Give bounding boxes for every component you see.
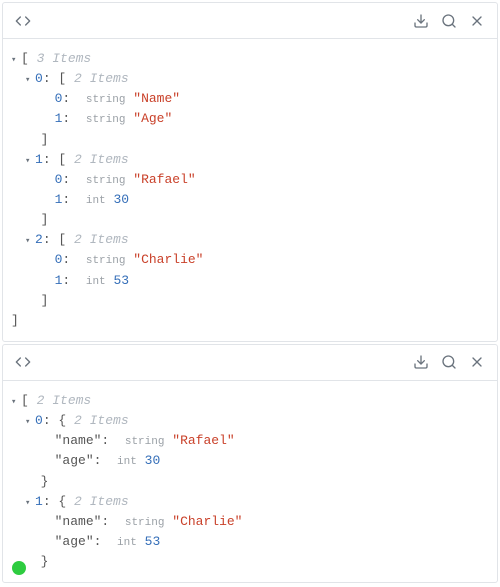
value-type: int [86, 195, 106, 207]
array-index: 0 [35, 413, 43, 428]
value-type: string [86, 175, 126, 187]
int-value: 30 [113, 192, 129, 207]
value-type: int [117, 456, 137, 468]
value-type: int [117, 537, 137, 549]
array-index: 0 [35, 71, 43, 86]
tree-row[interactable]: 1: int 53 [11, 271, 489, 291]
tree-row[interactable]: ▾0: [ 2 Items [11, 69, 489, 89]
string-value: "Rafael" [133, 172, 195, 187]
search-icon[interactable] [441, 354, 457, 370]
tree-row[interactable]: "age": int 30 [11, 451, 489, 471]
chevron-down-icon[interactable]: ▾ [25, 74, 35, 88]
tree-row[interactable]: ▾1: { 2 Items [11, 492, 489, 512]
close-brace: } [11, 552, 489, 572]
int-value: 53 [113, 273, 129, 288]
panel-body: ▾[ 2 Items ▾0: { 2 Items "name": string … [3, 381, 497, 582]
item-count: 2 Items [74, 494, 129, 509]
panel-header [3, 3, 497, 39]
close-bracket: ] [11, 130, 489, 150]
tree-row[interactable]: "name": string "Rafael" [11, 431, 489, 451]
chevron-down-icon[interactable]: ▾ [25, 235, 35, 249]
close-bracket: ] [11, 291, 489, 311]
object-key: "age" [55, 453, 94, 468]
close-bracket: ] [11, 311, 489, 331]
value-type: string [125, 517, 165, 529]
array-index: 1 [35, 152, 43, 167]
json-viewer-panel-2: ▾[ 2 Items ▾0: { 2 Items "name": string … [2, 344, 498, 583]
int-value: 53 [145, 534, 161, 549]
tree-row[interactable]: "age": int 53 [11, 532, 489, 552]
open-bracket: [ [21, 393, 37, 408]
tree-row[interactable]: 0: string "Charlie" [11, 250, 489, 270]
tree-row[interactable]: ▾1: [ 2 Items [11, 150, 489, 170]
tree-row[interactable]: 1: int 30 [11, 190, 489, 210]
string-value: "Charlie" [172, 514, 242, 529]
tree-row[interactable]: 0: string "Name" [11, 89, 489, 109]
panel-header [3, 345, 497, 381]
tree-row[interactable]: 1: string "Age" [11, 109, 489, 129]
value-type: string [86, 94, 126, 106]
item-count: 2 Items [74, 232, 129, 247]
open-bracket: [ [21, 51, 37, 66]
value-type: int [86, 276, 106, 288]
object-key: "age" [55, 534, 94, 549]
download-icon[interactable] [413, 13, 429, 29]
code-icon [15, 13, 31, 29]
item-count: 2 Items [74, 71, 129, 86]
item-count: 2 Items [74, 152, 129, 167]
chevron-down-icon[interactable]: ▾ [25, 497, 35, 511]
chevron-down-icon[interactable]: ▾ [25, 416, 35, 430]
tree-row[interactable]: "name": string "Charlie" [11, 512, 489, 532]
tree-row[interactable]: ▾2: [ 2 Items [11, 230, 489, 250]
tree-row[interactable]: ▾[ 2 Items [11, 391, 489, 411]
object-key: "name" [55, 433, 102, 448]
code-icon [15, 354, 31, 370]
tree-row[interactable]: ▾[ 3 Items [11, 49, 489, 69]
string-value: "Rafael" [172, 433, 234, 448]
value-type: string [86, 255, 126, 267]
item-count: 3 Items [37, 51, 92, 66]
panel-body: ▾[ 3 Items ▾0: [ 2 Items 0: string "Name… [3, 39, 497, 341]
string-value: "Age" [133, 111, 172, 126]
value-type: string [86, 114, 126, 126]
download-icon[interactable] [413, 354, 429, 370]
array-index: 2 [35, 232, 43, 247]
close-icon[interactable] [469, 13, 485, 29]
chevron-down-icon[interactable]: ▾ [25, 155, 35, 169]
status-indicator [12, 561, 26, 575]
string-value: "Name" [133, 91, 180, 106]
item-count: 2 Items [74, 413, 129, 428]
array-index: 1 [35, 494, 43, 509]
value-type: string [125, 436, 165, 448]
tree-row[interactable]: ▾0: { 2 Items [11, 411, 489, 431]
json-viewer-panel-1: ▾[ 3 Items ▾0: [ 2 Items 0: string "Name… [2, 2, 498, 342]
tree-row[interactable]: 0: string "Rafael" [11, 170, 489, 190]
string-value: "Charlie" [133, 252, 203, 267]
chevron-down-icon[interactable]: ▾ [11, 396, 21, 410]
close-bracket: ] [11, 210, 489, 230]
item-count: 2 Items [37, 393, 92, 408]
int-value: 30 [145, 453, 161, 468]
search-icon[interactable] [441, 13, 457, 29]
close-brace: } [11, 472, 489, 492]
object-key: "name" [55, 514, 102, 529]
chevron-down-icon[interactable]: ▾ [11, 54, 21, 68]
close-icon[interactable] [469, 354, 485, 370]
